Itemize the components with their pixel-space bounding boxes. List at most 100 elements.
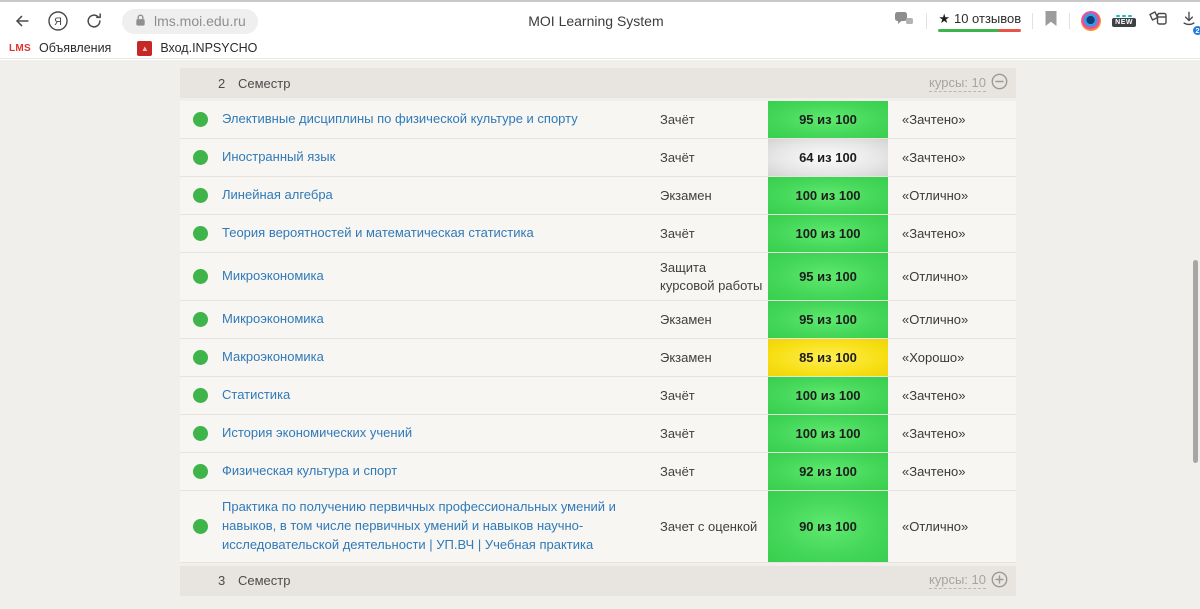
assessment-type: Защита курсовой работы bbox=[660, 253, 768, 300]
assessment-type: Зачет с оценкой bbox=[660, 491, 768, 562]
bookmark-item-inpsycho[interactable]: ▲ Вход.INPSYCHO bbox=[137, 41, 257, 56]
downloads-count-badge: 2 bbox=[1192, 25, 1200, 36]
active-tab[interactable]: MOI Learning System bbox=[528, 4, 663, 38]
status-cell bbox=[180, 253, 220, 300]
courses-count-toggle[interactable]: курсы: 10 bbox=[929, 73, 1008, 93]
vertical-scrollbar-thumb[interactable] bbox=[1193, 260, 1198, 463]
lock-icon bbox=[134, 13, 147, 30]
course-link[interactable]: Иностранный язык bbox=[222, 148, 335, 167]
score-badge: 85 из 100 bbox=[768, 339, 888, 376]
address-bar[interactable]: lms.moi.edu.ru bbox=[122, 9, 258, 34]
assessment-type: Зачёт bbox=[660, 139, 768, 176]
svg-text:Я: Я bbox=[54, 16, 62, 28]
page-content: 2 Семестр курсы: 10 Элективные дисциплин… bbox=[0, 60, 1200, 609]
score-text: 100 из 100 bbox=[795, 388, 860, 403]
yandex-logo-icon: Я bbox=[47, 10, 69, 32]
table-row: Линейная алгебраЭкзамен100 из 100«Отличн… bbox=[180, 177, 1016, 215]
course-cell: Физическая культура и спорт bbox=[220, 453, 660, 490]
status-dot-icon bbox=[193, 388, 208, 403]
assessment-type: Зачёт bbox=[660, 377, 768, 414]
course-cell: Теория вероятностей и математическая ста… bbox=[220, 215, 660, 252]
course-cell: Линейная алгебра bbox=[220, 177, 660, 214]
browser-toolbar: Я lms.moi.edu.ru MOI Learning System bbox=[0, 0, 1200, 36]
score-text: 92 из 100 bbox=[799, 464, 857, 479]
course-link[interactable]: Линейная алгебра bbox=[222, 186, 333, 205]
status-cell bbox=[180, 215, 220, 252]
expand-icon bbox=[991, 571, 1008, 591]
assessment-type: Зачёт bbox=[660, 415, 768, 452]
reviews-rating-bar bbox=[938, 29, 1021, 32]
extension-browser-button[interactable] bbox=[1081, 11, 1101, 31]
browser-globe-icon bbox=[1081, 11, 1101, 31]
toolbar-separator bbox=[1032, 13, 1033, 29]
courses-count-label: курсы: 10 bbox=[929, 572, 986, 589]
course-link[interactable]: Практика по получению первичных професси… bbox=[222, 498, 646, 555]
bookmark-item-announcements[interactable]: LMS Объявления bbox=[9, 41, 111, 55]
courses-count-toggle[interactable]: курсы: 10 bbox=[929, 571, 1008, 591]
protect-button[interactable] bbox=[894, 10, 915, 33]
grades-table: 2 Семестр курсы: 10 Элективные дисциплин… bbox=[180, 68, 1016, 596]
semester-title: Семестр bbox=[238, 76, 290, 91]
course-link[interactable]: Макроэкономика bbox=[222, 348, 324, 367]
bookmark-button[interactable] bbox=[1044, 10, 1058, 32]
table-row: Практика по получению первичных професси… bbox=[180, 491, 1016, 563]
score-badge: 100 из 100 bbox=[768, 177, 888, 214]
site-reviews-button[interactable]: ★ 10 отзывов bbox=[938, 11, 1021, 32]
status-dot-icon bbox=[193, 464, 208, 479]
courses-count-label: курсы: 10 bbox=[929, 75, 986, 92]
downloads-button[interactable]: 2 bbox=[1180, 10, 1198, 33]
grade-text: «Отлично» bbox=[888, 491, 1016, 562]
camera-frame-icon bbox=[1116, 15, 1132, 17]
course-link[interactable]: История экономических учений bbox=[222, 424, 412, 443]
course-link[interactable]: Микроэкономика bbox=[222, 310, 324, 329]
new-badge: NEW bbox=[1112, 18, 1136, 27]
course-cell: Макроэкономика bbox=[220, 339, 660, 376]
protect-chat-icon bbox=[894, 10, 915, 33]
reviews-count-label: 10 отзывов bbox=[954, 11, 1021, 26]
course-link[interactable]: Физическая культура и спорт bbox=[222, 462, 397, 481]
semester-number: 2 bbox=[218, 76, 238, 91]
inpsycho-favicon: ▲ bbox=[137, 41, 152, 56]
score-text: 90 из 100 bbox=[799, 519, 857, 534]
refresh-button[interactable] bbox=[80, 7, 108, 35]
course-cell: Статистика bbox=[220, 377, 660, 414]
course-cell: Иностранный язык bbox=[220, 139, 660, 176]
status-dot-icon bbox=[193, 150, 208, 165]
back-button[interactable] bbox=[8, 7, 36, 35]
semester-header-next: 3 Семестр курсы: 10 bbox=[180, 566, 1016, 596]
score-badge: 95 из 100 bbox=[768, 301, 888, 338]
screenshot-new-button[interactable]: NEW bbox=[1112, 15, 1136, 27]
status-cell bbox=[180, 177, 220, 214]
status-cell bbox=[180, 101, 220, 138]
toolbar-separator bbox=[1069, 13, 1070, 29]
score-text: 95 из 100 bbox=[799, 312, 857, 327]
table-row: Иностранный языкЗачёт64 из 100«Зачтено» bbox=[180, 139, 1016, 177]
score-badge: 64 из 100 bbox=[768, 139, 888, 176]
course-link[interactable]: Элективные дисциплины по физической куль… bbox=[222, 110, 578, 129]
status-dot-icon bbox=[193, 350, 208, 365]
course-cell: Микроэкономика bbox=[220, 301, 660, 338]
status-cell bbox=[180, 301, 220, 338]
status-dot-icon bbox=[193, 519, 208, 534]
score-text: 100 из 100 bbox=[795, 226, 860, 241]
yandex-logo-button[interactable]: Я bbox=[44, 7, 72, 35]
tab-title-text: MOI Learning System bbox=[528, 13, 663, 29]
status-dot-icon bbox=[193, 312, 208, 327]
status-cell bbox=[180, 453, 220, 490]
course-link[interactable]: Статистика bbox=[222, 386, 290, 405]
grade-text: «Зачтено» bbox=[888, 453, 1016, 490]
grade-text: «Зачтено» bbox=[888, 415, 1016, 452]
grade-text: «Хорошо» bbox=[888, 339, 1016, 376]
status-dot-icon bbox=[193, 269, 208, 284]
course-link[interactable]: Микроэкономика bbox=[222, 267, 324, 286]
semester-header: 2 Семестр курсы: 10 bbox=[180, 68, 1016, 98]
toolbar-separator bbox=[926, 13, 927, 29]
course-link[interactable]: Теория вероятностей и математическая ста… bbox=[222, 224, 534, 243]
collapse-icon bbox=[991, 73, 1008, 93]
score-text: 100 из 100 bbox=[795, 188, 860, 203]
collections-button[interactable] bbox=[1147, 10, 1169, 33]
course-cell: История экономических учений bbox=[220, 415, 660, 452]
grade-text: «Отлично» bbox=[888, 177, 1016, 214]
status-cell bbox=[180, 377, 220, 414]
status-cell bbox=[180, 139, 220, 176]
